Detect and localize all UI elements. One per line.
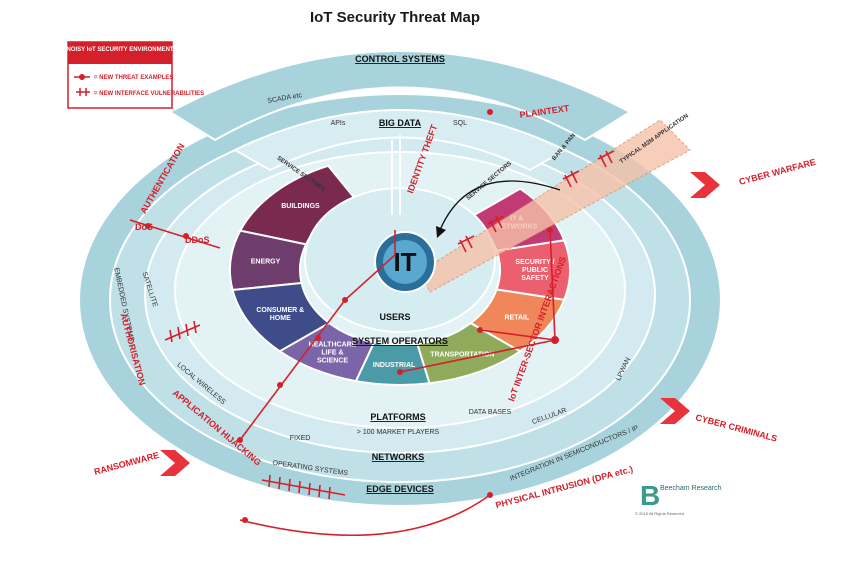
threat-map-canvas: IoT Security Threat Map BUILDINGS ENERGY C… [0,0,862,568]
cyber-warfare-chevron-icon [690,172,720,198]
legend-vuln-label: = NEW INTERFACE VULNERABILITIES [94,91,204,97]
system-operators-label: SYSTEM OPERATORS [352,336,448,346]
external-cyber-warfare: CYBER WARFARE [738,157,817,187]
legend-heading-line1: NOISY IoT SECURITY ENVIRONMENT [66,47,173,53]
control-systems-label: CONTROL SYSTEMS [355,54,445,64]
legend: NOISY IoT SECURITY ENVIRONMENT = NEW THR… [66,41,204,109]
threat-ddos: DDoS [185,235,210,245]
apis-label: APIs [331,120,346,127]
sector-label: ENERGY [251,259,281,266]
sector-label: INDUSTRIAL [373,362,416,369]
external-ransomware: RANSOMWARE [93,450,160,477]
market-players-label: > 100 MARKET PLAYERS [357,429,440,436]
big-data-label: BIG DATA [379,118,422,128]
threat-dos: DoS [135,222,153,232]
external-cyber-criminals: CYBER CRIMINALS [694,412,778,443]
sql-label: SQL [453,120,467,127]
users-label: USERS [379,312,410,322]
sector-label: RETAIL [505,315,530,322]
threat-map-svg: IoT Security Threat Map BUILDINGS ENERGY C… [66,9,817,536]
center-it-label: IT [393,247,416,277]
platforms-label: PLATFORMS [370,412,425,422]
legend-threat-label: = NEW THREAT EXAMPLES [94,75,173,81]
beecham-logo-mark-icon: B [640,480,660,511]
brand-copyright: © 2015 All Rights Reserved [635,511,684,516]
ransomware-chevron-icon [160,450,190,476]
beecham-logo: B Beecham Research © 2015 All Rights Res… [635,480,722,516]
brand-name: Beecham Research [660,485,722,492]
edge-devices-label: EDGE DEVICES [366,484,434,494]
sector-label: BUILDINGS [281,203,320,210]
platform-item-databases: DATA BASES [469,409,512,416]
page-title: IoT Security Threat Map [310,9,480,26]
network-item-fixed: FIXED [290,435,311,442]
networks-label: NETWORKS [372,452,425,462]
